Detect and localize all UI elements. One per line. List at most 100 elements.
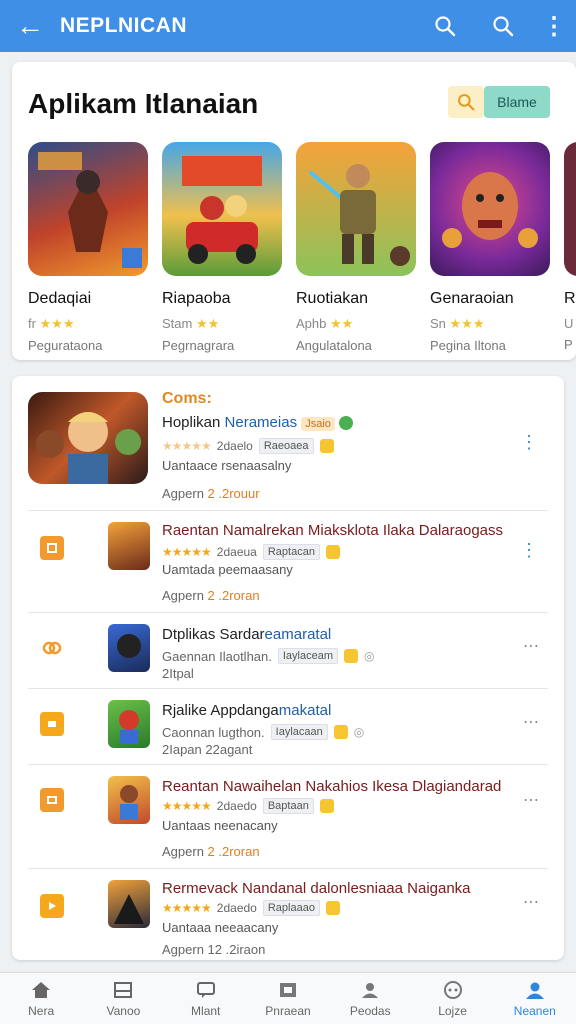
download-icon[interactable] [40, 536, 64, 560]
featured-search-button[interactable] [448, 86, 484, 118]
app-icon[interactable] [108, 776, 150, 824]
search-icon [493, 16, 514, 37]
folder-icon[interactable] [40, 712, 64, 736]
sub-value: 2 .2rouur [207, 486, 260, 501]
nav-label: Neanen [513, 1003, 556, 1018]
app-name: Ruotiakan [296, 290, 369, 307]
app-meta: ★★★★★ 2daeua Raptacan [162, 544, 340, 560]
nav-label: Mlant [191, 1003, 221, 1018]
back-button[interactable]: ← [0, 0, 60, 52]
sub-label: Agpern [162, 486, 204, 501]
more-horiz-icon[interactable]: ⋯ [523, 790, 540, 810]
app-meta: ★★★★★ 2daedo Raplaaao [162, 900, 340, 916]
stars-icon: ★★★ [449, 316, 485, 331]
app-title[interactable]: Dtplikas Sardareamaratal [162, 626, 331, 643]
nav-item-home[interactable]: Nera [0, 973, 82, 1024]
app-name: Genaraoian [430, 290, 514, 307]
nav-label: Peodas [349, 1003, 391, 1018]
app-icon[interactable] [28, 392, 148, 484]
featured-app-1[interactable]: Dedaqiai fr ★★★ Pegurataona [28, 142, 150, 353]
rating-text: 2daedo [216, 901, 257, 915]
featured-title: Aplikam Itlanaian [28, 88, 259, 119]
sub-label: Agpern [162, 588, 204, 603]
app-name: R [564, 290, 576, 307]
image-icon[interactable] [40, 788, 64, 812]
app-title[interactable]: Rermevack Nandanal dalonlesniaaa Naigank… [162, 880, 471, 897]
nav-item-games[interactable]: Lojze [411, 973, 493, 1024]
divider [28, 612, 548, 613]
title-part: Rjalike Appdanga [162, 702, 279, 719]
app-icon[interactable] [108, 624, 150, 672]
app-tag: Baptaan [262, 798, 314, 814]
nav-item-inbox[interactable]: Vanoo [82, 973, 164, 1024]
image-icon [277, 980, 299, 1000]
app-subinfo: 2Itpal [162, 666, 194, 681]
app-description: Gaennan Ilaotlhan. [162, 648, 272, 664]
chat-icon [195, 980, 217, 1000]
app-category: Angulatalona [296, 338, 372, 353]
featured-app-2[interactable]: Riapaoba Stam ★★ Pegrnagrara [162, 142, 284, 353]
more-horiz-icon[interactable]: ⋯ [523, 892, 540, 912]
divider [28, 764, 548, 765]
nav-item-image[interactable]: Pnraean [247, 973, 329, 1024]
featured-card: Aplikam Itlanaian Blame Dedaqiai fr ★★★ … [12, 62, 576, 360]
coin-icon [333, 725, 348, 739]
link-icon[interactable] [40, 636, 64, 660]
app-icon[interactable] [108, 700, 150, 748]
sub-value: 2 .2roran [207, 844, 260, 859]
rating-text: Sn [430, 316, 446, 331]
play-icon[interactable] [40, 894, 64, 918]
title-part: Dtplikas Sardar [162, 626, 265, 643]
sub-label: Agpern [162, 844, 204, 859]
app-icon [28, 142, 148, 276]
search-icon [458, 94, 475, 111]
stars-icon: ★★★★★ [162, 901, 212, 915]
app-subinfo: Agpern 12 .2iraon [162, 942, 266, 957]
featured-app-3[interactable]: Ruotiakan Aphb ★★ Angulatalona [296, 142, 418, 353]
app-title[interactable]: Hoplikan Nerameias Jsaio [162, 414, 354, 431]
more-vert-icon[interactable]: ⋮ [520, 432, 538, 453]
more-horiz-icon[interactable]: ⋯ [523, 636, 540, 656]
coin-icon [325, 901, 340, 915]
nav-item-account[interactable]: Neanen [494, 973, 576, 1024]
coin-icon [319, 439, 334, 453]
more-button[interactable]: ⋮ [532, 0, 576, 52]
search-button-2[interactable] [474, 0, 532, 52]
app-name: Dedaqiai [28, 290, 92, 307]
stars-icon: ★★ [195, 316, 220, 331]
app-category: Pegurataona [28, 338, 103, 353]
app-title[interactable]: Raentan Namalrekan Miaksklota Ilaka Dala… [162, 522, 503, 539]
featured-action-button[interactable]: Blame [484, 86, 550, 118]
nav-item-person[interactable]: Peodas [329, 973, 411, 1024]
clock-icon: ◎ [364, 649, 375, 663]
nav-label: Vanoo [106, 1003, 141, 1018]
app-description: Caonnan lugthon. [162, 724, 265, 740]
app-list-card: Coms: Hoplikan Nerameias Jsaio ★★★★★ 2dae… [12, 376, 564, 960]
more-vert-icon[interactable]: ⋮ [520, 540, 538, 561]
app-rating: Aphb ★★ [296, 316, 418, 332]
featured-app-4[interactable]: Genaraoian Sn ★★★ Pegina Iltona [430, 142, 552, 353]
app-title[interactable]: Reantan Nawaihelan Nakahios Ikesa Dlagia… [162, 778, 501, 795]
stars-icon: ★★★★★ [162, 439, 212, 453]
app-badge: Jsaio [301, 417, 335, 431]
app-icon[interactable] [108, 522, 150, 570]
nav-item-chat[interactable]: Mlant [165, 973, 247, 1024]
section-label: Coms: [162, 390, 212, 407]
divider [28, 510, 548, 511]
nav-label: Lojze [438, 1003, 467, 1018]
stars-icon: ★★★★★ [162, 545, 212, 559]
app-description: Uamtada peemaasany [162, 562, 293, 577]
search-button[interactable] [416, 0, 474, 52]
coin-icon [344, 649, 359, 663]
app-category: P [564, 337, 573, 352]
divider [28, 868, 548, 869]
search-icon [435, 16, 456, 37]
more-horiz-icon[interactable]: ⋯ [523, 712, 540, 732]
title-part: Hoplikan [162, 414, 221, 431]
app-icon[interactable] [108, 880, 150, 928]
app-title[interactable]: Rjalike Appdangamakatal [162, 702, 331, 719]
coin-icon [325, 545, 340, 559]
featured-app-5[interactable]: R U P [564, 142, 576, 352]
bottom-nav: Nera Vanoo Mlant Pnraean Peodas Lojze Ne… [0, 972, 576, 1024]
stars-icon: ★★ [330, 316, 354, 331]
